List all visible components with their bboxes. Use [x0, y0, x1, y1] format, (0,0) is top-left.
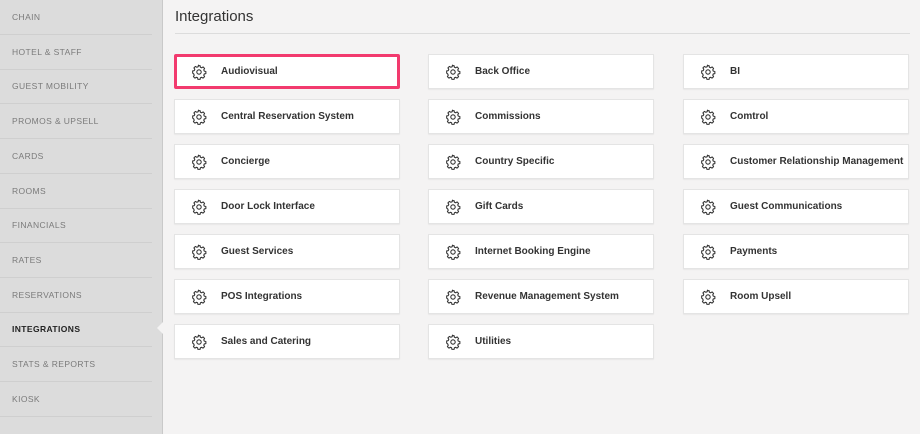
gear-icon: [700, 109, 716, 125]
integration-card-room-upsell[interactable]: Room Upsell: [683, 279, 909, 314]
gear-icon: [445, 109, 461, 125]
gear-icon: [191, 334, 207, 350]
gear-icon: [700, 199, 716, 215]
integration-card-label: Payments: [730, 246, 778, 257]
gear-icon: [445, 154, 461, 170]
sidebar-item-kiosk[interactable]: KIOSK: [0, 382, 152, 417]
integration-card-pos-integrations[interactable]: POS Integrations: [174, 279, 400, 314]
sidebar-item-reservations[interactable]: RESERVATIONS: [0, 278, 152, 313]
integration-card-utilities[interactable]: Utilities: [428, 324, 654, 359]
integration-card-customer-relationship-management[interactable]: Customer Relationship Management: [683, 144, 909, 179]
integration-card-label: Internet Booking Engine: [475, 246, 591, 257]
integration-card-label: Guest Communications: [730, 201, 843, 212]
gear-icon: [191, 289, 207, 305]
integration-card-label: Door Lock Interface: [221, 201, 315, 212]
integration-card-door-lock-interface[interactable]: Door Lock Interface: [174, 189, 400, 224]
sidebar-nav: CHAIN HOTEL & STAFF GUEST MOBILITY PROMO…: [0, 0, 163, 434]
gear-icon: [445, 199, 461, 215]
gear-icon: [700, 64, 716, 80]
integration-card-payments[interactable]: Payments: [683, 234, 909, 269]
integration-card-concierge[interactable]: Concierge: [174, 144, 400, 179]
sidebar-item-hotel-staff[interactable]: HOTEL & STAFF: [0, 35, 152, 70]
integration-card-label: Revenue Management System: [475, 291, 619, 302]
sidebar-item-integrations[interactable]: INTEGRATIONS: [0, 312, 152, 348]
integration-card-guest-services[interactable]: Guest Services: [174, 234, 400, 269]
integration-card-internet-booking-engine[interactable]: Internet Booking Engine: [428, 234, 654, 269]
gear-icon: [445, 244, 461, 260]
integration-card-label: Country Specific: [475, 156, 555, 167]
gear-icon: [191, 154, 207, 170]
sidebar-item-financials[interactable]: FINANCIALS: [0, 208, 152, 244]
gear-icon: [191, 109, 207, 125]
integration-card-label: Gift Cards: [475, 201, 524, 212]
integration-card-commissions[interactable]: Commissions: [428, 99, 654, 134]
integration-card-sales-and-catering[interactable]: Sales and Catering: [174, 324, 400, 359]
integration-card-audiovisual[interactable]: Audiovisual: [174, 54, 400, 89]
integration-card-label: Comtrol: [730, 111, 769, 122]
integration-card-label: Audiovisual: [221, 66, 278, 77]
gear-icon: [700, 289, 716, 305]
sidebar-item-rooms[interactable]: ROOMS: [0, 174, 152, 209]
gear-icon: [445, 64, 461, 80]
sidebar-item-stats-reports[interactable]: STATS & REPORTS: [0, 347, 152, 382]
integration-card-back-office[interactable]: Back Office: [428, 54, 654, 89]
sidebar-item-chain[interactable]: CHAIN: [0, 0, 152, 35]
integration-card-label: Sales and Catering: [221, 336, 312, 347]
sidebar-item-guest-mobility[interactable]: GUEST MOBILITY: [0, 69, 152, 105]
integration-card-country-specific[interactable]: Country Specific: [428, 144, 654, 179]
page-title: Integrations: [175, 8, 254, 25]
gear-icon: [445, 334, 461, 350]
integration-card-label: Concierge: [221, 156, 270, 167]
integration-card-label: Commissions: [475, 111, 541, 122]
sidebar-item-rates[interactable]: RATES: [0, 243, 152, 278]
integration-card-bi[interactable]: BI: [683, 54, 909, 89]
gear-icon: [191, 64, 207, 80]
integration-card-label: Guest Services: [221, 246, 294, 257]
integration-card-comtrol[interactable]: Comtrol: [683, 99, 909, 134]
integration-card-label: Utilities: [475, 336, 512, 347]
gear-icon: [191, 244, 207, 260]
gear-icon: [700, 244, 716, 260]
integration-card-guest-communications[interactable]: Guest Communications: [683, 189, 909, 224]
integration-card-label: Back Office: [475, 66, 531, 77]
gear-icon: [700, 154, 716, 170]
integration-card-revenue-management-system[interactable]: Revenue Management System: [428, 279, 654, 314]
gear-icon: [191, 199, 207, 215]
integration-card-gift-cards[interactable]: Gift Cards: [428, 189, 654, 224]
integration-card-central-reservation-system[interactable]: Central Reservation System: [174, 99, 400, 134]
integration-card-label: Customer Relationship Management: [730, 156, 904, 167]
sidebar-item-promos-upsell[interactable]: PROMOS & UPSELL: [0, 104, 152, 140]
integration-card-label: Room Upsell: [730, 291, 792, 302]
title-divider: [175, 33, 910, 34]
integration-card-label: POS Integrations: [221, 291, 303, 302]
integration-card-label: BI: [730, 66, 740, 77]
sidebar-item-cards[interactable]: CARDS: [0, 139, 152, 174]
active-item-indicator: [157, 321, 164, 335]
integration-card-label: Central Reservation System: [221, 111, 354, 122]
gear-icon: [445, 289, 461, 305]
